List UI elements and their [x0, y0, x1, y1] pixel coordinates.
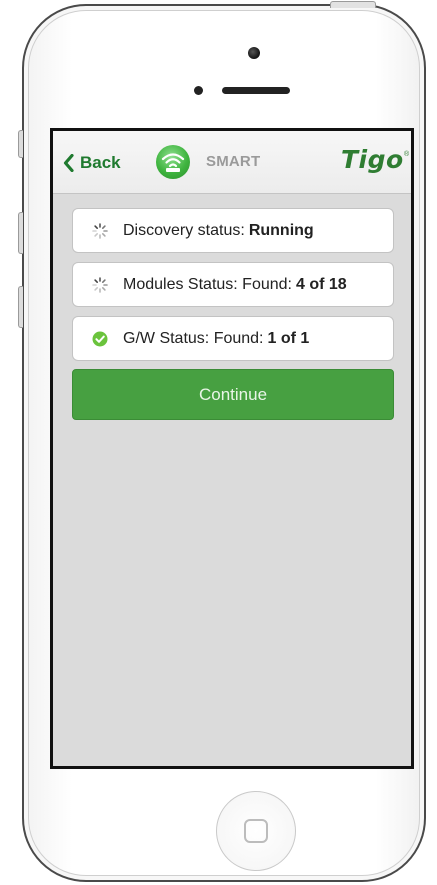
- modules-status-row: Modules Status: Found: 4 of 18: [72, 262, 394, 307]
- discovery-status-label: Discovery status:: [123, 221, 245, 239]
- back-button-label: Back: [80, 153, 121, 172]
- mute-switch[interactable]: [18, 130, 23, 158]
- volume-down-button[interactable]: [18, 286, 23, 328]
- navigation-bar: Back SMART Tigo ®: [53, 131, 411, 194]
- spinner-icon: [91, 222, 109, 240]
- modules-status-value: 4 of 18: [295, 275, 347, 293]
- earpiece-speaker: [222, 87, 290, 94]
- volume-up-button[interactable]: [18, 212, 23, 254]
- gateway-status-label: G/W Status: Found:: [123, 329, 264, 347]
- chevron-left-icon: [63, 154, 74, 172]
- tigo-logo: Tigo: [341, 145, 404, 174]
- spinner-icon: [91, 276, 109, 294]
- power-button[interactable]: [330, 1, 376, 8]
- proximity-sensor: [194, 86, 203, 95]
- check-circle-icon: [91, 330, 109, 348]
- registered-mark: ®: [404, 151, 410, 158]
- mode-label: SMART: [206, 153, 261, 170]
- front-camera: [248, 47, 260, 59]
- gateway-status-value: 1 of 1: [267, 329, 310, 347]
- back-button[interactable]: Back: [63, 151, 121, 175]
- modules-status-label: Modules Status: Found:: [123, 275, 292, 293]
- continue-button[interactable]: Continue: [72, 369, 394, 420]
- home-square-icon: [244, 819, 268, 843]
- app-screen: Back SMART Tigo ® Discovery status: Runn…: [50, 128, 414, 769]
- discovery-status-value: Running: [248, 221, 314, 239]
- wifi-icon: [156, 145, 190, 179]
- gateway-status-row: G/W Status: Found: 1 of 1: [72, 316, 394, 361]
- discovery-status-row: Discovery status: Running: [72, 208, 394, 253]
- home-button[interactable]: [216, 791, 296, 871]
